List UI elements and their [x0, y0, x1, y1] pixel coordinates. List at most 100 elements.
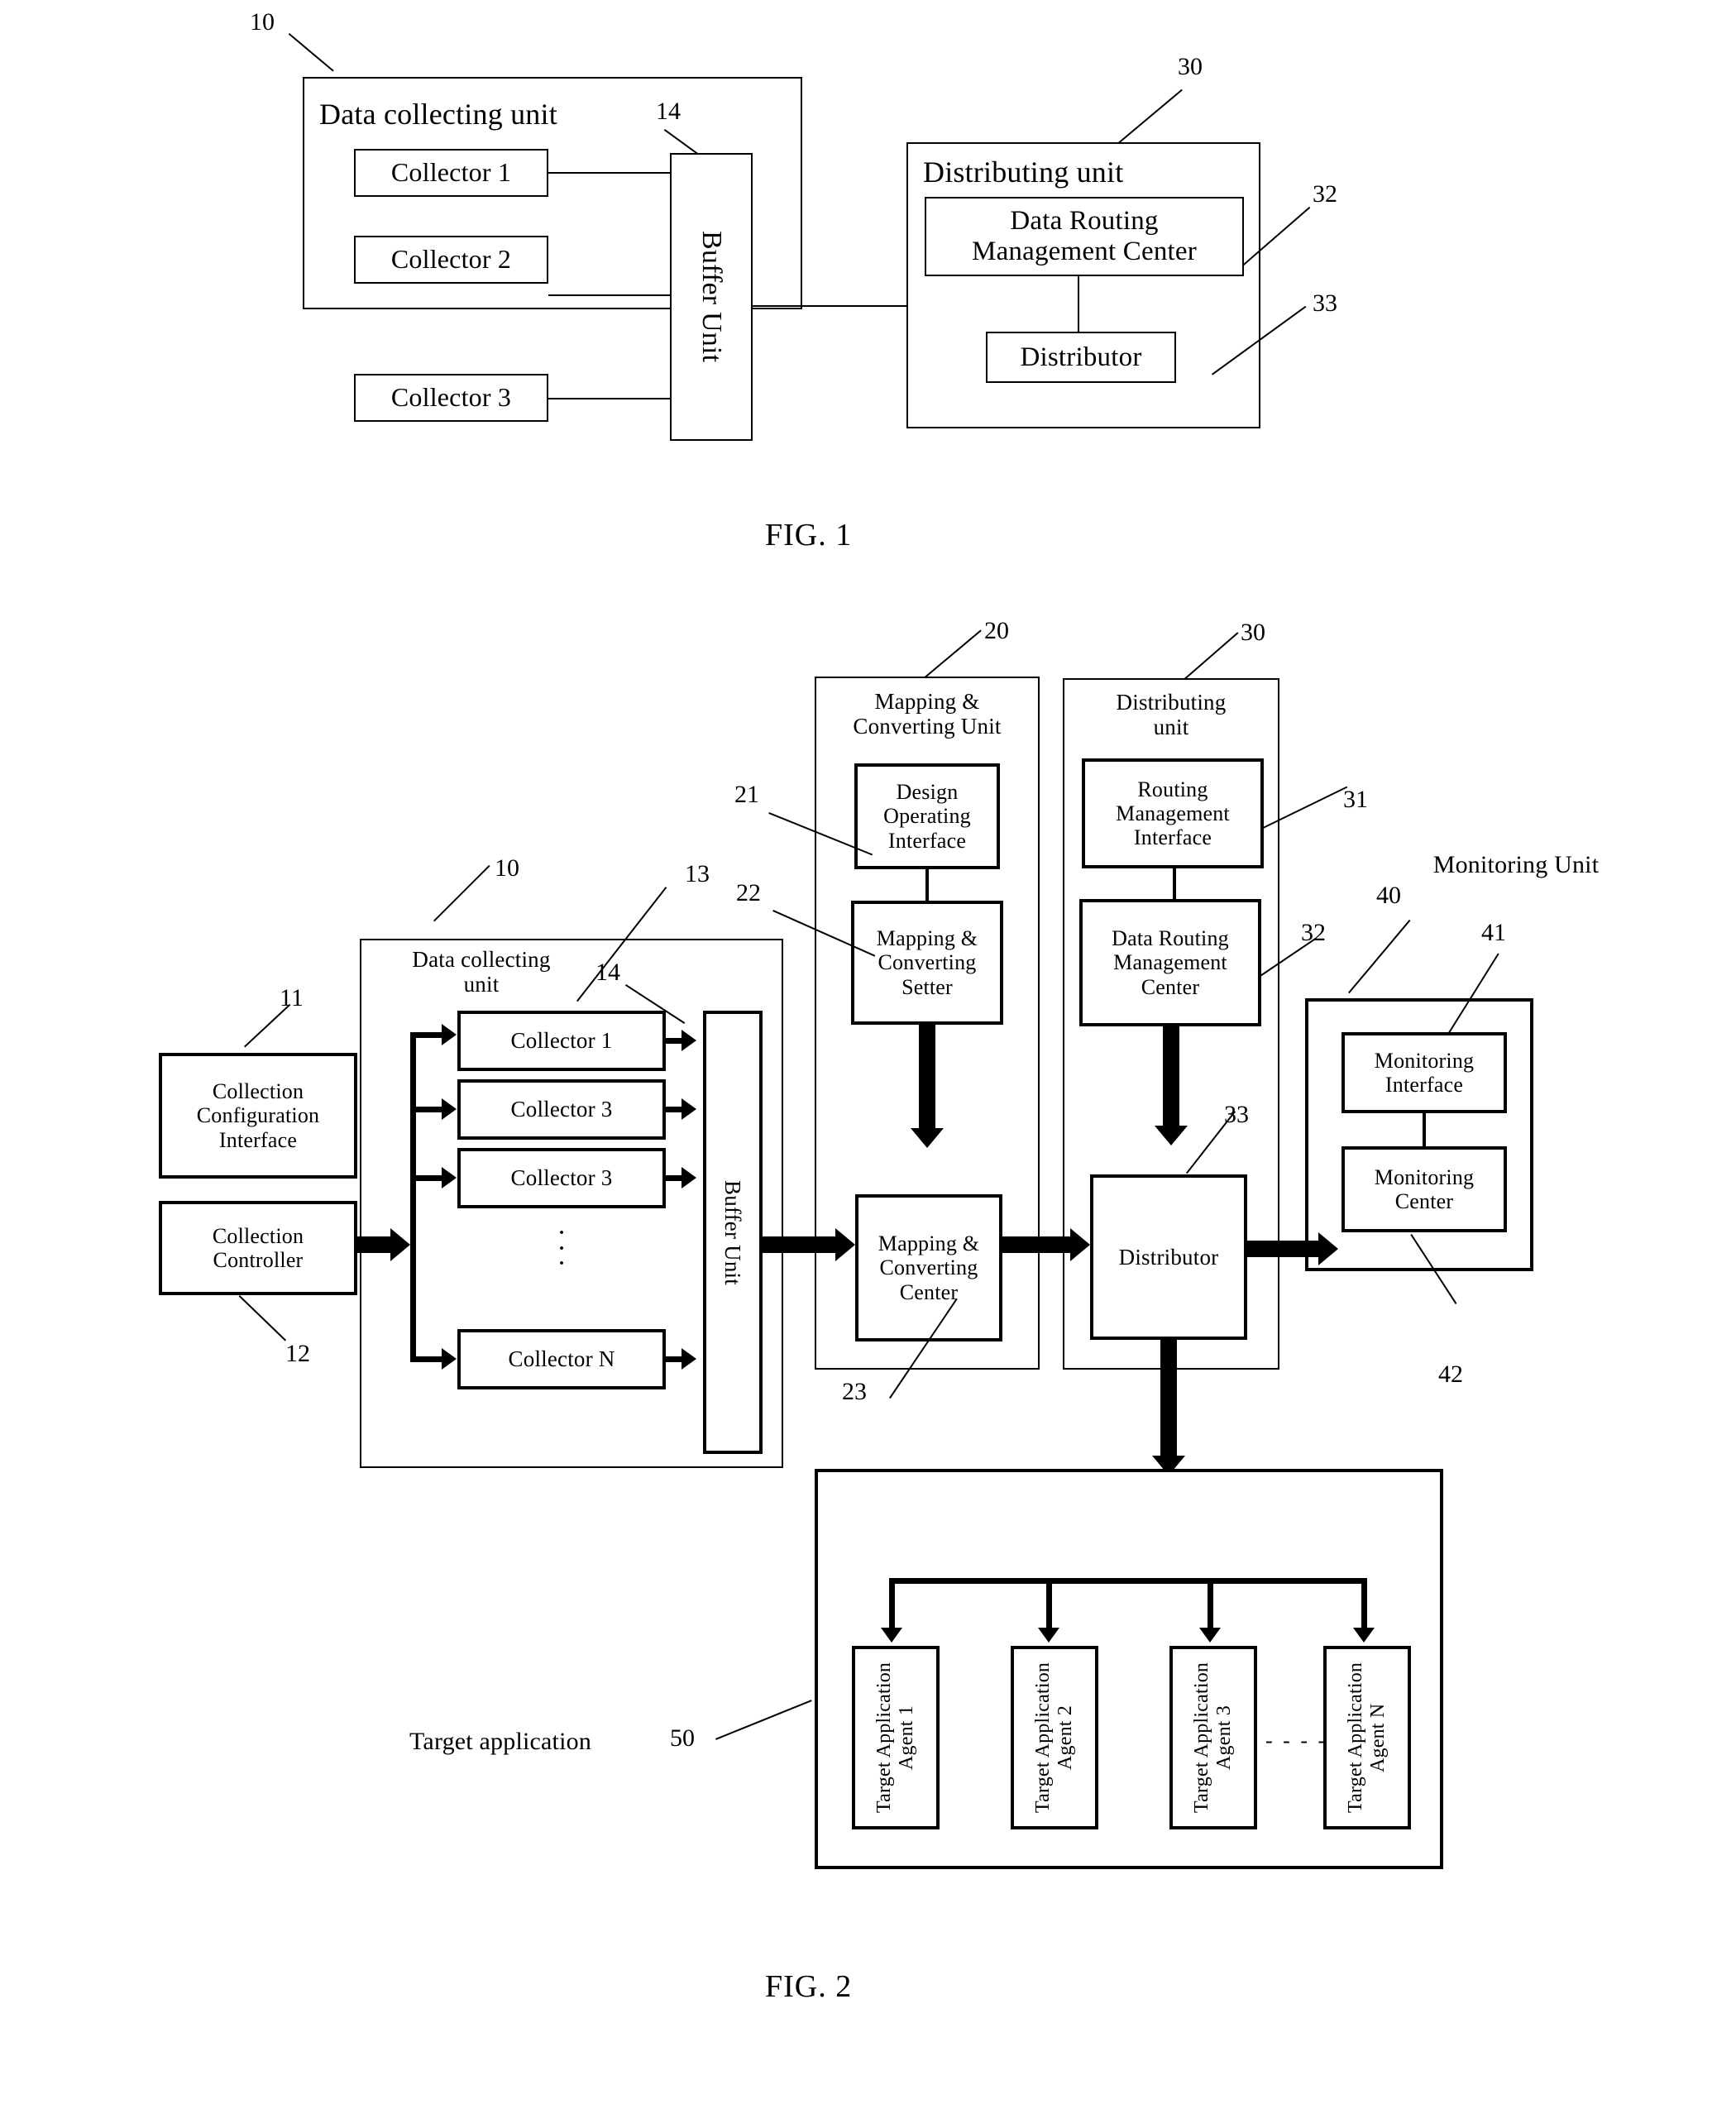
fig2-target-agent-1-label: Target Application Agent 1: [873, 1662, 917, 1814]
ref-33-fig1: 33: [1313, 289, 1337, 317]
fig2-agent-feed-2-arrow: [1038, 1628, 1059, 1643]
fig2-arrow-drmc-to-distributor-head: [1155, 1126, 1188, 1145]
ref-22-fig2: 22: [736, 879, 761, 906]
ref-40-fig2: 40: [1376, 882, 1401, 909]
fig2-arrow-setter-to-center-head: [911, 1128, 944, 1148]
fig1-connector-collector1: [548, 172, 671, 174]
fig2-collector-feed-3: [410, 1175, 445, 1181]
fig1-connector-collector3: [548, 398, 671, 399]
fig2-collector-feed-1: [410, 1032, 445, 1038]
fig2-arrow-buffer-to-mcc-head: [835, 1228, 855, 1261]
fig2-collection-controller-label: Collection Controller: [212, 1223, 304, 1272]
fig2-arrow-setter-to-center-shaft: [919, 1025, 935, 1128]
ref-32-fig2: 32: [1301, 919, 1326, 946]
fig2-distributor-label: Distributor: [1118, 1244, 1219, 1270]
fig2-collector-feed-2-arrow: [442, 1098, 457, 1120]
fig2-buffer-unit-label: Buffer Unit: [720, 1179, 746, 1285]
fig2-arrow-buffer-to-mcc-shaft: [763, 1236, 835, 1253]
fig2-collectorn-to-buffer-arrow: [681, 1348, 696, 1370]
leader-30-fig1: [1118, 88, 1183, 144]
fig2-collector-2-label: Collector 3: [510, 1097, 613, 1122]
ref-50-fig2: 50: [670, 1724, 695, 1752]
fig2-connector-rmi-to-drmc: [1173, 868, 1176, 899]
fig2-mapping-converting-setter-label: Mapping & Converting Setter: [876, 926, 978, 999]
patent-drawing-sheet: 10 Data collecting unit 14 Collector 1 C…: [0, 0, 1736, 2109]
fig1-distributor-label: Distributor: [1020, 342, 1142, 372]
fig1-collector-2-label: Collector 2: [390, 244, 512, 275]
fig2-arrow-distributor-to-monitoring-head: [1318, 1232, 1338, 1265]
fig2-agent-feed-2-stem: [1046, 1578, 1052, 1629]
ref-21-fig2: 21: [734, 781, 759, 808]
leader-20-fig2: [925, 629, 982, 678]
ref-13-fig2: 13: [685, 860, 710, 887]
fig2-agent-feed-1-arrow: [881, 1628, 902, 1643]
fig2-mapping-converting-center-label: Mapping & Converting Center: [878, 1231, 980, 1304]
fig2-design-operating-interface-label: Design Operating Interface: [883, 780, 971, 853]
fig2-collector-n-label: Collector N: [508, 1346, 615, 1372]
fig2-collector-feed-2: [410, 1107, 445, 1112]
fig2-target-agent-3-label: Target Application Agent 3: [1191, 1662, 1235, 1814]
leader-11-fig2: [244, 1003, 291, 1048]
ref-23-fig2: 23: [842, 1378, 867, 1405]
fig2-arrow-controller-to-collectors-shaft: [357, 1236, 390, 1253]
fig1-connector-collector2: [548, 294, 671, 296]
fig1-buffer-unit-label: Buffer Unit: [696, 231, 728, 363]
ref-12-fig2: 12: [285, 1340, 310, 1367]
fig2-collector-bus-vertical: [410, 1032, 416, 1360]
leader-40-fig2: [1348, 919, 1411, 994]
ref-30-fig2: 30: [1241, 619, 1265, 646]
fig2-collector-feed-n: [410, 1356, 445, 1362]
ref-14-fig1: 14: [656, 98, 681, 125]
fig2-arrow-drmc-to-distributor-shaft: [1163, 1026, 1179, 1126]
leader-10-fig1: [288, 33, 334, 72]
fig2-collector-1-label: Collector 1: [510, 1028, 613, 1054]
ref-42-fig2: 42: [1438, 1361, 1463, 1388]
fig2-collection-configuration-interface-label: Collection Configuration Interface: [196, 1079, 320, 1152]
ref-30-fig1: 30: [1178, 53, 1203, 80]
fig2-agent-feed-1-stem: [889, 1578, 895, 1629]
ref-20-fig2: 20: [984, 617, 1009, 644]
fig1-caption: FIG. 1: [765, 518, 853, 552]
ref-33-fig2: 33: [1224, 1101, 1249, 1128]
fig2-monitoring-unit-title: Monitoring Unit: [1432, 851, 1600, 879]
leader-10-fig2: [433, 864, 490, 922]
ref-32-fig1: 32: [1313, 180, 1337, 208]
fig2-arrow-mcc-to-distributor-shaft: [1002, 1236, 1070, 1253]
fig1-collector-1-label: Collector 1: [390, 157, 512, 188]
ref-31-fig2: 31: [1343, 786, 1368, 813]
leader-30-fig2: [1184, 632, 1239, 680]
fig2-arrow-mcc-to-distributor-head: [1070, 1228, 1090, 1261]
fig2-routing-management-interface-label: Routing Management Interface: [1116, 777, 1230, 850]
fig2-collector1-to-buffer-arrow: [681, 1030, 696, 1051]
ref-41-fig2: 41: [1481, 919, 1506, 946]
fig2-connector-doi-to-setter: [925, 869, 929, 901]
fig2-agent-feed-n-arrow: [1353, 1628, 1375, 1643]
fig2-collector-feed-n-arrow: [442, 1348, 457, 1370]
fig2-arrow-distributor-to-monitoring-shaft: [1247, 1241, 1318, 1257]
fig1-data-routing-management-center-label: Data Routing Management Center: [972, 206, 1197, 266]
ref-11-fig2: 11: [280, 984, 304, 1011]
fig1-distributing-unit-title: Distributing unit: [923, 155, 1124, 189]
fig2-distributing-unit-title: Distributing unit: [1116, 689, 1227, 739]
fig2-arrow-distributor-to-target-shaft: [1160, 1340, 1177, 1456]
fig2-collector-ellipsis: · · ·: [557, 1217, 567, 1279]
fig2-target-agent-2-label: Target Application Agent 2: [1032, 1662, 1076, 1814]
fig1-connector-buffer-to-distributing: [753, 305, 907, 307]
fig2-data-collecting-unit-title: Data collecting unit: [412, 946, 551, 997]
fig2-collector-feed-1-arrow: [442, 1024, 457, 1045]
fig1-collector-3-label: Collector 3: [390, 382, 512, 413]
fig2-collector2-to-buffer-arrow: [681, 1098, 696, 1120]
fig2-agent-feed-3-stem: [1208, 1578, 1213, 1629]
fig2-collector-feed-3-arrow: [442, 1167, 457, 1188]
fig2-agent-feed-n-stem: [1361, 1578, 1367, 1629]
fig2-monitoring-interface-label: Monitoring Interface: [1374, 1048, 1475, 1097]
fig2-monitoring-center-label: Monitoring Center: [1374, 1164, 1475, 1213]
fig2-collector-3-label: Collector 3: [510, 1165, 613, 1191]
fig2-target-agent-ellipsis: - - - -: [1265, 1729, 1328, 1753]
fig2-target-agent-n-label: Target Application Agent N: [1345, 1662, 1389, 1814]
fig2-connector-mi-to-mc: [1423, 1113, 1426, 1146]
fig2-arrow-controller-to-collectors-head: [390, 1228, 410, 1261]
fig2-agent-bus-horizontal: [889, 1578, 1367, 1584]
ref-10-fig1: 10: [250, 8, 275, 36]
leader-12-fig2: [238, 1295, 287, 1341]
